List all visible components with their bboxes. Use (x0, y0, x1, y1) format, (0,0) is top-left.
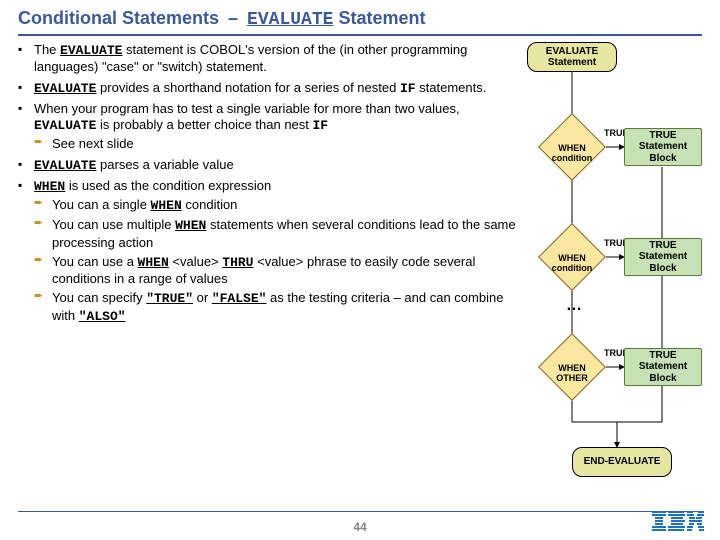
flow-cond-2: WHEN condition (538, 232, 606, 282)
bullet-5-sub: You can a single WHEN condition You can … (34, 197, 522, 325)
title-keyword: EVALUATE (247, 10, 333, 30)
flow-stmt-2: TRUE Statement Block (624, 238, 702, 276)
bullet-5: WHEN is used as the condition expression… (18, 178, 522, 325)
bullet-3: When your program has to test a single v… (18, 101, 522, 153)
ibm-logo (652, 511, 704, 536)
flow-end: END-EVALUATE (572, 447, 672, 477)
bullet-3-sub: See next slide (34, 136, 522, 152)
bullet-2: EVALUATE provides a shorthand notation f… (18, 80, 522, 97)
bullet-4: EVALUATE parses a variable value (18, 157, 522, 174)
bullet-5-sub-4: You can specify "TRUE" or "FALSE" as the… (34, 290, 522, 325)
slide-title: Conditional Statements – EVALUATE Statem… (18, 8, 702, 36)
bullet-5-sub-2: You can use multiple WHEN statements whe… (34, 217, 522, 251)
flow-cond-3: WHEN OTHER (538, 342, 606, 392)
flow-cond-1: WHEN condition (538, 122, 606, 172)
bullet-5-sub-3: You can use a WHEN <value> THRU <value> … (34, 254, 522, 288)
bullet-1: The EVALUATE statement is COBOL's versio… (18, 42, 522, 76)
flowchart: EVALUATE Statement WHEN condition TRUE T… (522, 42, 702, 522)
bullet-list: The EVALUATE statement is COBOL's versio… (18, 42, 522, 325)
text-column: The EVALUATE statement is COBOL's versio… (18, 42, 522, 522)
title-pre: Conditional Statements (18, 8, 224, 28)
page-number: 44 (353, 520, 366, 534)
flow-stmt-1: TRUE Statement Block (624, 128, 702, 166)
title-dash: – (228, 8, 238, 28)
slide: Conditional Statements – EVALUATE Statem… (0, 0, 720, 540)
flow-start: EVALUATE Statement (527, 42, 617, 72)
bullet-5-sub-1: You can a single WHEN condition (34, 197, 522, 214)
title-post: Statement (333, 8, 425, 28)
bullet-3-sub-1: See next slide (34, 136, 522, 152)
content-row: The EVALUATE statement is COBOL's versio… (18, 42, 702, 522)
flow-ellipsis: … (566, 297, 582, 315)
flow-stmt-3: TRUE Statement Block (624, 348, 702, 386)
footer-rule (18, 511, 702, 512)
flowchart-column: EVALUATE Statement WHEN condition TRUE T… (522, 42, 702, 522)
